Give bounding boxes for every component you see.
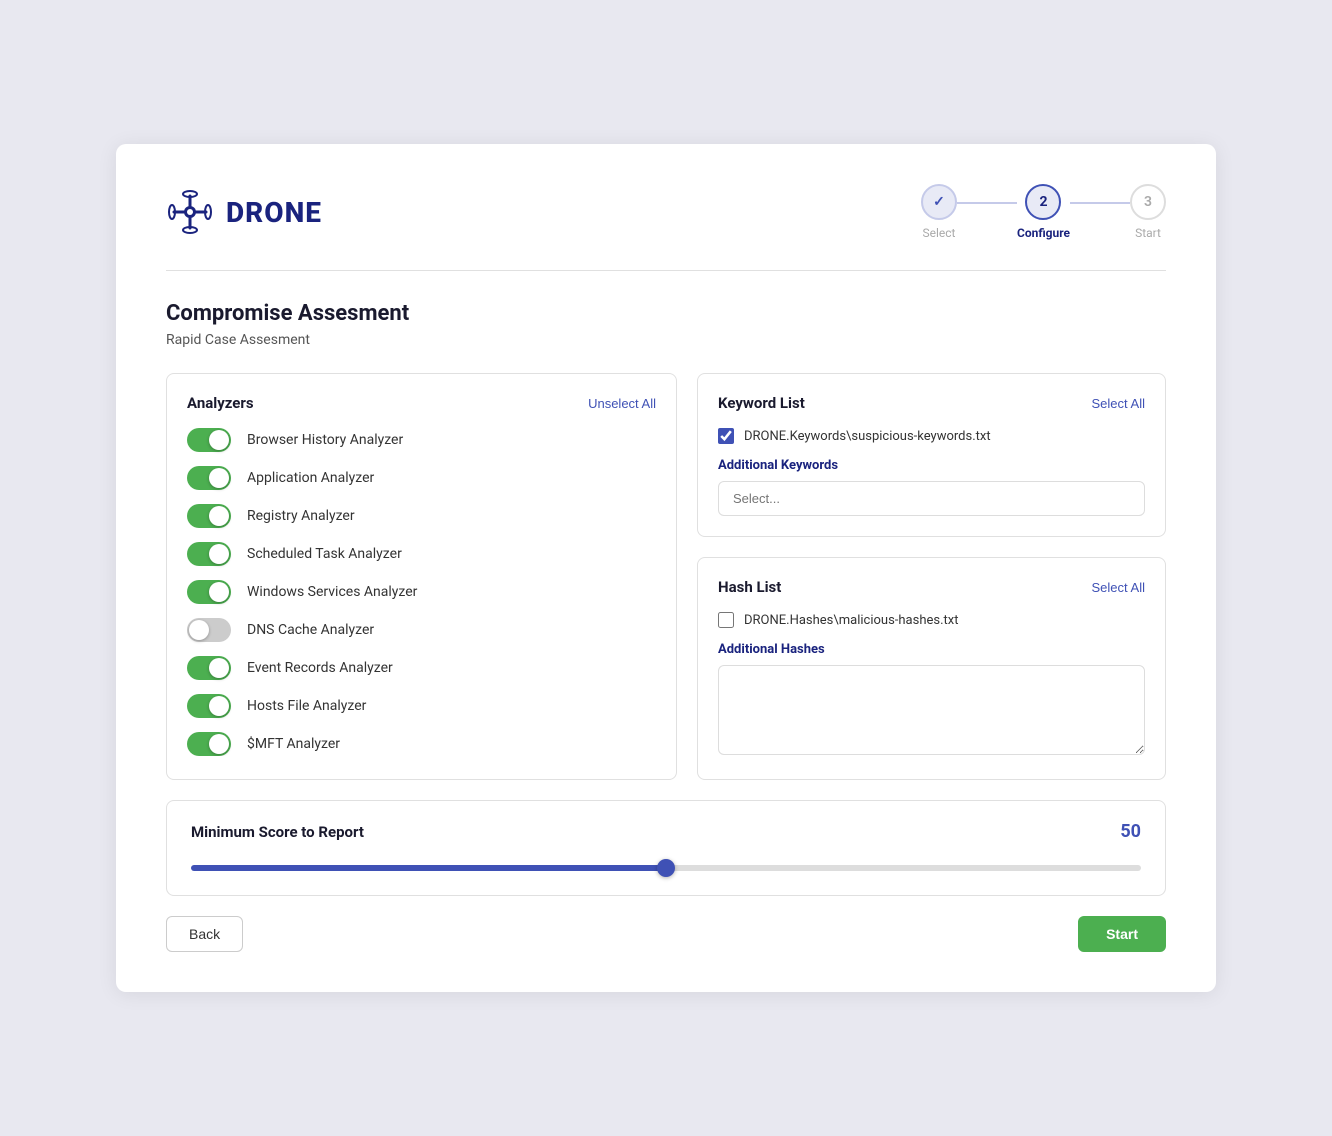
score-value: 50 [1120,821,1141,842]
slider-container [191,856,1141,875]
toggle-thumb-5 [189,620,209,640]
analyzer-item-1: Application Analyzer [187,466,648,490]
hash-label-0: DRONE.Hashes\malicious-hashes.txt [744,613,958,628]
analyzer-item-7: Hosts File Analyzer [187,694,648,718]
score-header: Minimum Score to Report 50 [191,821,1141,842]
toggle-thumb-7 [209,696,229,716]
analyzer-name-6: Event Records Analyzer [247,660,393,676]
logo: DRONE [166,188,322,236]
hash-checkbox-0[interactable] [718,612,734,628]
step-line-1 [957,202,1017,204]
analyzer-item-8: $MFT Analyzer [187,732,648,756]
right-panel: Keyword List Select All DRONE.Keywords\s… [697,373,1166,780]
keyword-select-all-button[interactable]: Select All [1092,396,1145,411]
toggle-thumb-3 [209,544,229,564]
toggle-thumb-0 [209,430,229,450]
analyzer-name-4: Windows Services Analyzer [247,584,417,600]
score-panel: Minimum Score to Report 50 [166,800,1166,896]
analyzer-name-7: Hosts File Analyzer [247,698,366,714]
hash-item-0: DRONE.Hashes\malicious-hashes.txt [718,612,1145,628]
step-configure-label: Configure [1017,226,1070,240]
drone-logo-icon [166,188,214,236]
additional-keywords-label: Additional Keywords [718,458,1145,473]
additional-hashes-textarea[interactable] [718,665,1145,755]
keyword-label-0: DRONE.Keywords\suspicious-keywords.txt [744,429,991,444]
step-start-circle: 3 [1130,184,1166,220]
analyzer-name-2: Registry Analyzer [247,508,355,524]
analyzer-item-0: Browser History Analyzer [187,428,648,452]
toggle-thumb-8 [209,734,229,754]
toggle-0[interactable] [187,428,231,452]
stepper: ✓ Select 2 Configure 3 Start [921,184,1166,240]
toggle-3[interactable] [187,542,231,566]
keyword-panel-header: Keyword List Select All [718,394,1145,412]
back-button[interactable]: Back [166,916,243,952]
step-start: 3 Start [1130,184,1166,240]
step-select-circle: ✓ [921,184,957,220]
step-start-label: Start [1135,226,1161,240]
analyzer-item-5: DNS Cache Analyzer [187,618,648,642]
toggle-8[interactable] [187,732,231,756]
analyzer-list: Browser History Analyzer Application Anal… [187,428,656,756]
analyzers-panel: Analyzers Unselect All Browser History A… [166,373,677,780]
hash-panel-header: Hash List Select All [718,578,1145,596]
analyzer-item-2: Registry Analyzer [187,504,648,528]
analyzer-name-8: $MFT Analyzer [247,736,340,752]
toggle-1[interactable] [187,466,231,490]
keyword-panel: Keyword List Select All DRONE.Keywords\s… [697,373,1166,537]
toggle-7[interactable] [187,694,231,718]
toggle-thumb-6 [209,658,229,678]
step-configure: 2 Configure [1017,184,1070,240]
hash-select-all-button[interactable]: Select All [1092,580,1145,595]
start-button[interactable]: Start [1078,916,1166,952]
analyzer-item-3: Scheduled Task Analyzer [187,542,648,566]
step-select-label: Select [922,226,955,240]
score-title: Minimum Score to Report [191,823,364,841]
hash-panel: Hash List Select All DRONE.Hashes\malici… [697,557,1166,780]
additional-keywords-input[interactable] [718,481,1145,516]
toggle-2[interactable] [187,504,231,528]
analyzers-panel-header: Analyzers Unselect All [187,394,656,412]
toggle-thumb-1 [209,468,229,488]
logo-text: DRONE [226,196,322,229]
analyzer-name-5: DNS Cache Analyzer [247,622,374,638]
unselect-all-button[interactable]: Unselect All [588,396,656,411]
analyzer-item-4: Windows Services Analyzer [187,580,648,604]
step-configure-circle: 2 [1025,184,1061,220]
step-select: ✓ Select [921,184,957,240]
keyword-checkbox-0[interactable] [718,428,734,444]
main-content: Analyzers Unselect All Browser History A… [166,373,1166,780]
analyzer-name-0: Browser History Analyzer [247,432,403,448]
toggle-4[interactable] [187,580,231,604]
toggle-thumb-2 [209,506,229,526]
step-line-2 [1070,202,1130,204]
toggle-5[interactable] [187,618,231,642]
toggle-thumb-4 [209,582,229,602]
analyzer-name-1: Application Analyzer [247,470,374,486]
footer: Back Start [166,916,1166,952]
header-divider [166,270,1166,271]
keyword-title: Keyword List [718,394,805,412]
analyzers-title: Analyzers [187,394,254,412]
score-slider[interactable] [191,865,1141,871]
hash-title: Hash List [718,578,781,596]
analyzer-name-3: Scheduled Task Analyzer [247,546,402,562]
analyzer-item-6: Event Records Analyzer [187,656,648,680]
page-title: Compromise Assesment [166,301,1166,326]
toggle-6[interactable] [187,656,231,680]
header: DRONE ✓ Select 2 Configure 3 Start [166,184,1166,240]
page-subtitle: Rapid Case Assesment [166,332,1166,348]
page-container: DRONE ✓ Select 2 Configure 3 Start Compr… [116,144,1216,992]
additional-hashes-label: Additional Hashes [718,642,1145,657]
keyword-item-0: DRONE.Keywords\suspicious-keywords.txt [718,428,1145,444]
